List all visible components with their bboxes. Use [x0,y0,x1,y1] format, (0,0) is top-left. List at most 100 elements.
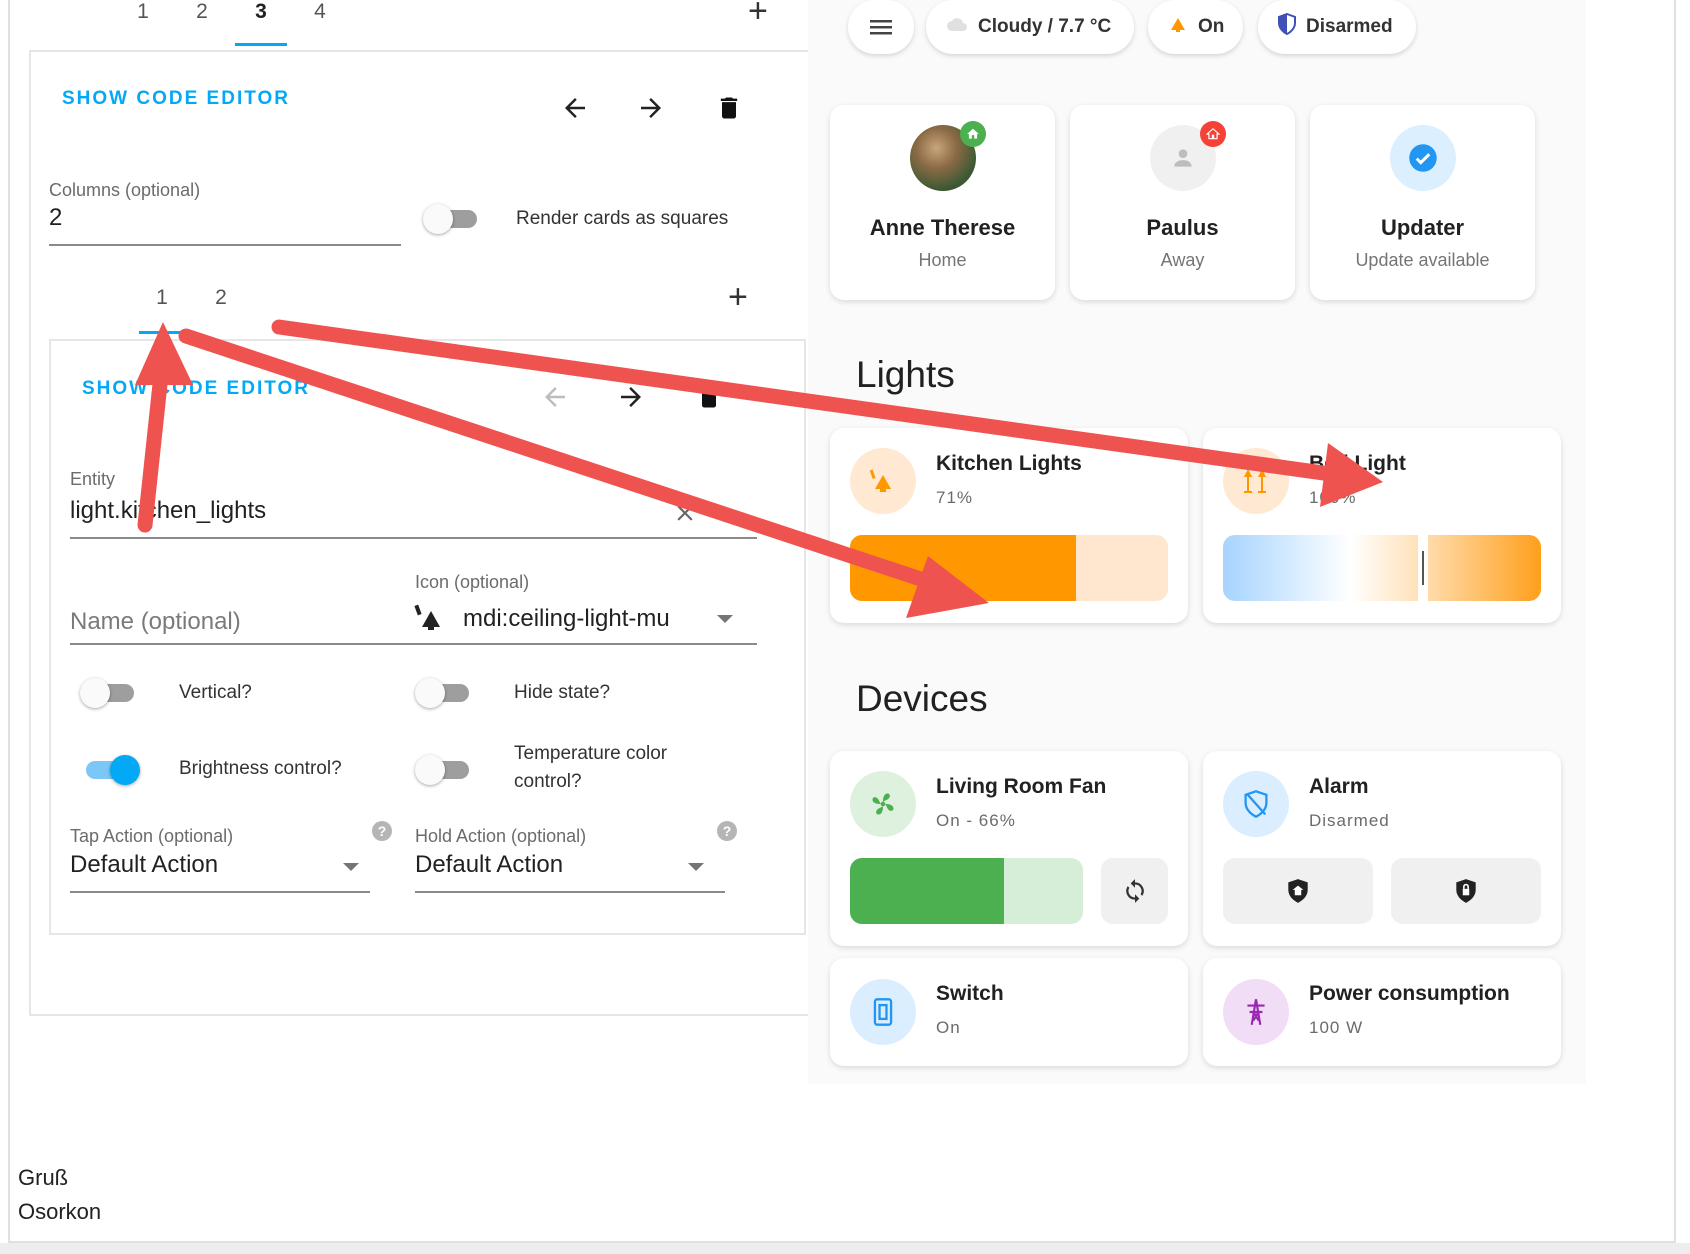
devices-section-title: Devices [856,678,988,719]
weather-chip-label: Cloudy / 7.7 °C [978,16,1112,37]
inner-arrow-right-icon[interactable] [611,377,651,417]
alarm-chip[interactable]: Disarmed [1258,0,1416,54]
tab-1[interactable]: 1 [113,0,173,24]
delete-icon[interactable] [709,88,749,128]
kitchen-lights-state: 71% [936,488,974,507]
render-squares-toggle[interactable] [423,200,483,236]
power-consumption-name: Power consumption [1309,982,1510,1005]
person-state: Away [1160,250,1205,270]
ceiling-light-chip-icon [1168,15,1188,39]
person-name: Anne Therese [869,215,1016,240]
power-consumption-tile[interactable]: Power consumption 100 W [1203,958,1561,1066]
hide-state-toggle[interactable] [415,674,475,710]
switch-name: Switch [936,982,1004,1005]
lamps-icon [1223,448,1289,514]
transmission-tower-icon [1223,979,1289,1045]
color-temp-handle[interactable] [1418,535,1429,601]
person-tile-anne[interactable]: Anne Therese Home [830,105,1055,300]
tap-action-dropdown-icon[interactable] [343,863,359,871]
name-input[interactable]: Name (optional) [70,608,241,636]
hold-action-dropdown-icon[interactable] [688,863,704,871]
updater-name: Updater [1380,215,1465,240]
shield-half-icon [1278,12,1296,41]
living-room-fan-state: On - 66% [936,811,1016,830]
inner-arrow-left-icon[interactable] [535,377,575,417]
living-room-fan-name: Living Room Fan [936,775,1107,798]
color-temp-slider[interactable] [1223,535,1541,601]
columns-input[interactable]: 2 [49,204,62,232]
brightness-label: Brightness control? [179,758,342,779]
show-code-editor-button[interactable]: SHOW CODE EDITOR [62,88,290,110]
oscillate-button[interactable] [1101,858,1168,924]
icon-input[interactable]: mdi:ceiling-light-mu [463,605,670,633]
person-tile-paulus[interactable]: Paulus Away [1070,105,1295,300]
light-chip[interactable]: On [1148,0,1243,54]
icon-label: Icon (optional) [415,572,530,592]
kitchen-lights-tile[interactable]: Kitchen Lights 71% [830,428,1188,623]
inner-tab-1[interactable]: 1 [132,286,192,310]
fan-icon [850,771,916,837]
fan-speed-slider-fill [850,858,1004,924]
fan-speed-slider[interactable] [850,858,1083,924]
entity-editor: SHOW CODE EDITOR Entity light.kitchen_li… [49,339,806,935]
brightness-toggle[interactable] [80,751,140,787]
tap-action-select[interactable]: Default Action [70,851,218,879]
icon-dropdown-icon[interactable] [717,615,733,623]
entity-input[interactable]: light.kitchen_lights [70,497,266,525]
vertical-label: Vertical? [179,682,252,703]
add-card-icon[interactable]: + [748,0,768,28]
temperature-color-toggle[interactable] [415,751,475,787]
cloud-icon [946,16,968,38]
dashboard-preview: Cloudy / 7.7 °C On Disarmed Anne Therese… [808,0,1586,1084]
hide-state-label: Hide state? [514,682,611,703]
inner-show-code-editor-button[interactable]: SHOW CODE EDITOR [82,378,310,400]
entity-underline [70,537,757,539]
away-badge-icon [1200,121,1226,147]
weather-chip[interactable]: Cloudy / 7.7 °C [926,0,1134,54]
inner-tab-2[interactable]: 2 [191,286,251,310]
ceiling-light-icon [850,448,916,514]
inner-delete-icon[interactable] [689,377,729,417]
check-circle-icon [1390,125,1456,191]
bed-light-name: Bed Light [1309,452,1406,475]
name-underline [70,643,422,645]
temperature-color-label-2: control? [514,771,582,792]
alarm-tile[interactable]: Alarm Disarmed [1203,751,1561,946]
arrow-left-icon[interactable] [555,88,595,128]
light-chip-label: On [1198,16,1225,37]
person-state: Home [918,250,967,270]
arrow-right-icon[interactable] [631,88,671,128]
arm-home-button[interactable] [1223,858,1373,924]
signature-greeting: Gruß [18,1165,69,1190]
active-tab-indicator [235,43,287,46]
updater-tile[interactable]: Updater Update available [1310,105,1535,300]
vertical-toggle[interactable] [80,674,140,710]
signature-name: Osorkon [18,1199,102,1224]
inner-add-icon[interactable]: + [728,280,748,314]
tap-action-help-icon[interactable]: ? [372,821,392,841]
temperature-color-label-1: Temperature color [514,743,668,764]
inner-active-tab-indicator [139,331,191,334]
clear-entity-icon[interactable] [665,493,705,533]
render-squares-label: Render cards as squares [516,208,729,229]
living-room-fan-tile[interactable]: Living Room Fan On - 66% [830,751,1188,946]
updater-state: Update available [1355,250,1490,270]
bottom-strip [0,1243,1690,1254]
hold-action-label: Hold Action (optional) [415,826,587,846]
tab-3[interactable]: 3 [231,0,291,24]
switch-tile[interactable]: Switch On [830,958,1188,1066]
menu-chip[interactable] [848,0,914,54]
light-switch-icon [850,979,916,1045]
hold-action-help-icon[interactable]: ? [717,821,737,841]
sync-icon [1125,879,1144,903]
person-name: Paulus [1146,215,1219,240]
arm-away-button[interactable] [1391,858,1541,924]
brightness-slider[interactable] [850,535,1168,601]
kitchen-lights-name: Kitchen Lights [936,452,1082,475]
tab-2[interactable]: 2 [172,0,232,24]
tab-4[interactable]: 4 [290,0,350,24]
alarm-chip-label: Disarmed [1306,16,1393,37]
tap-action-underline [70,891,370,893]
hold-action-select[interactable]: Default Action [415,851,563,879]
bed-light-tile[interactable]: Bed Light 100% [1203,428,1561,623]
